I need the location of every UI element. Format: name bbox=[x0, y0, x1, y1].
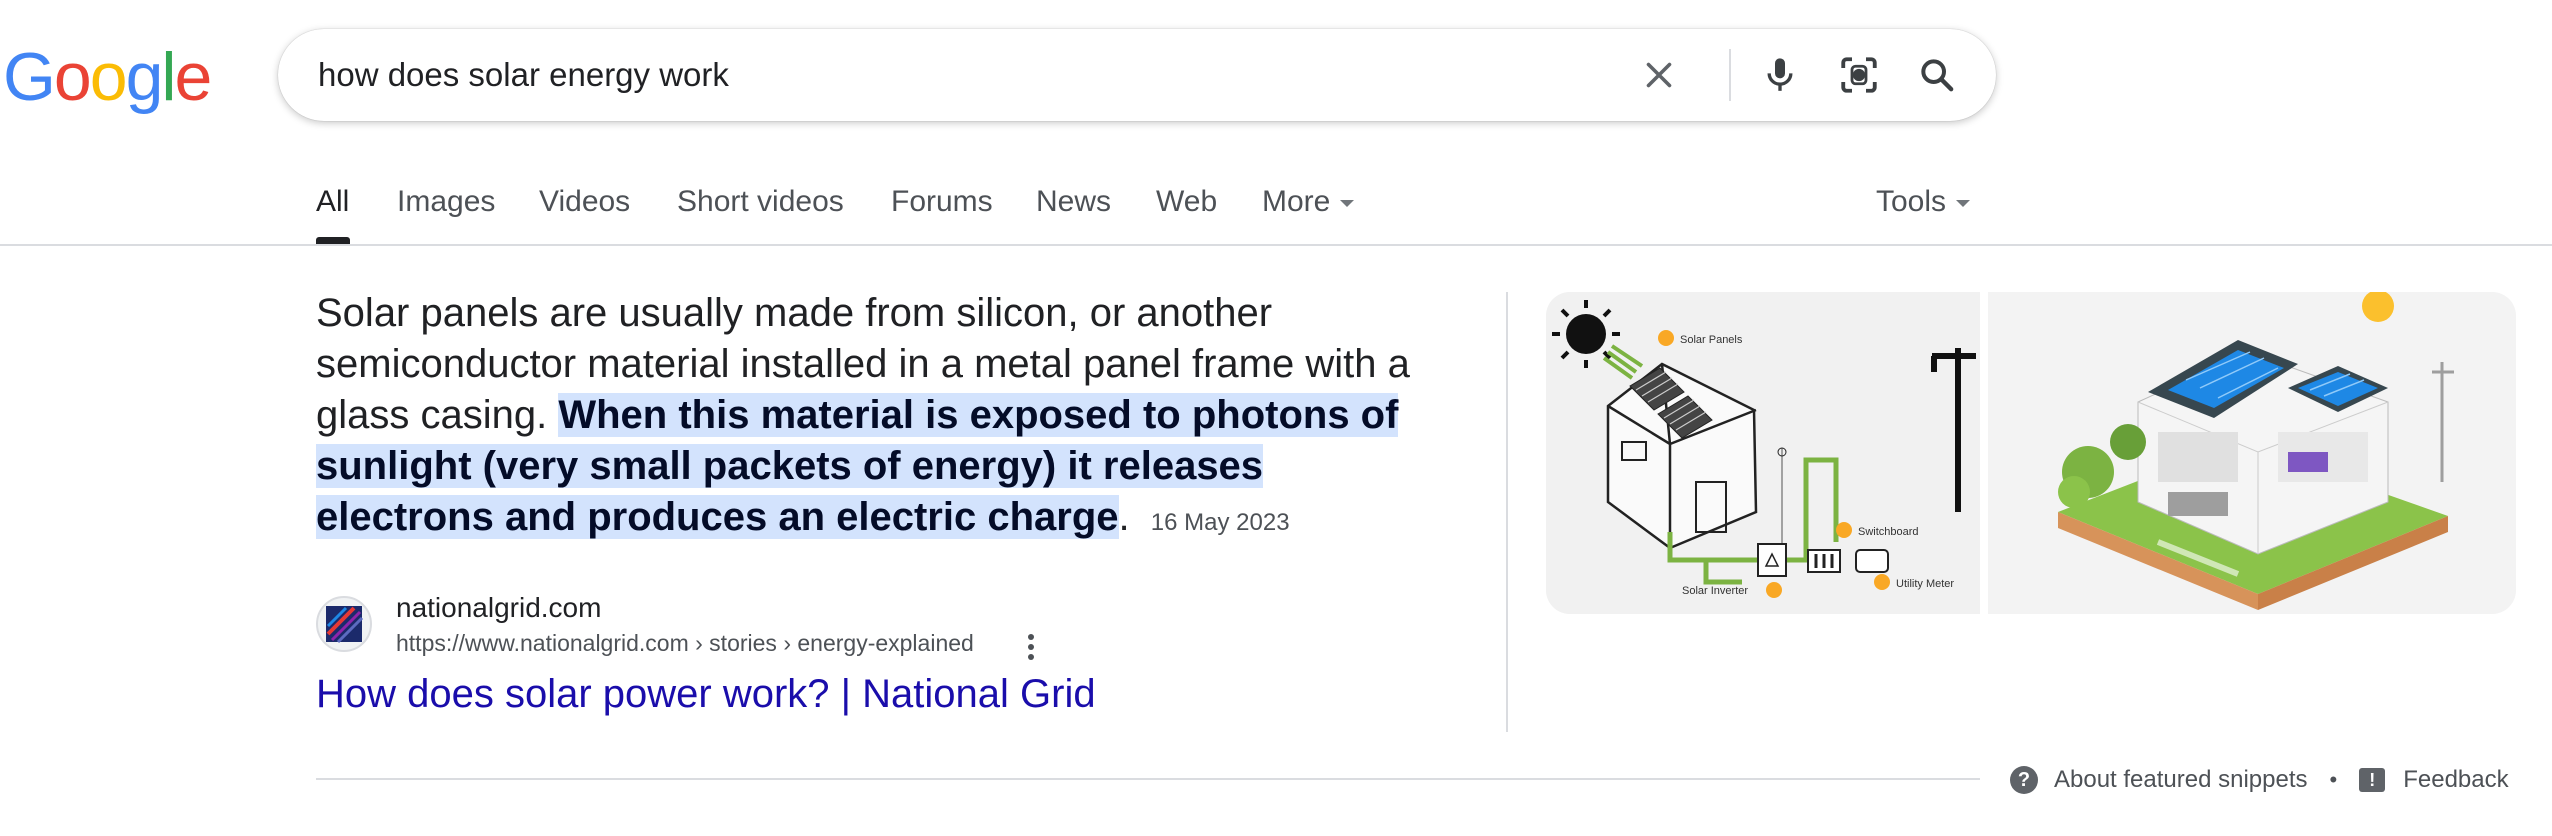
label-utility-meter: Utility Meter bbox=[1896, 578, 1954, 590]
logo-letter-o1: o bbox=[53, 39, 92, 115]
logo-letter-g: G bbox=[3, 39, 56, 115]
tools-label: Tools bbox=[1876, 185, 1947, 218]
tab-more-label: More bbox=[1262, 185, 1331, 218]
snippet-footer: ? About featured snippets • ! Feedback bbox=[2010, 762, 2509, 798]
tab-forums[interactable]: Forums bbox=[891, 174, 993, 230]
tab-images[interactable]: Images bbox=[397, 174, 495, 230]
about-featured-snippets-link[interactable]: About featured snippets bbox=[2054, 766, 2308, 794]
tab-short-videos[interactable]: Short videos bbox=[677, 174, 844, 230]
logo-letter-o2: o bbox=[89, 39, 128, 115]
google-logo[interactable]: G o o g l e bbox=[3, 39, 213, 115]
tab-all[interactable]: All bbox=[316, 174, 349, 230]
snippet-period: . bbox=[1118, 495, 1130, 539]
microphone-icon[interactable] bbox=[1756, 51, 1804, 99]
search-box[interactable]: how does solar energy work bbox=[278, 29, 1996, 121]
chevron-down-icon bbox=[1956, 199, 1971, 207]
logo-letter-g2: g bbox=[125, 39, 164, 115]
logo-letter-e: e bbox=[174, 39, 213, 115]
snippet-date: 16 May 2023 bbox=[1150, 509, 1290, 536]
tools-button[interactable]: Tools bbox=[1876, 174, 1971, 230]
tab-more[interactable]: More bbox=[1262, 174, 1355, 230]
camera-lens-icon[interactable] bbox=[1835, 51, 1883, 99]
tab-web[interactable]: Web bbox=[1156, 174, 1217, 230]
label-switchboard: Switchboard bbox=[1858, 526, 1919, 538]
header-divider bbox=[0, 244, 2552, 246]
site-favicon bbox=[316, 596, 372, 652]
search-input[interactable]: how does solar energy work bbox=[318, 29, 729, 121]
tab-news[interactable]: News bbox=[1036, 174, 1111, 230]
search-separator bbox=[1729, 49, 1731, 101]
chevron-down-icon bbox=[1340, 199, 1355, 207]
snippet-images: Solar Panels Switchboard Solar Inverter … bbox=[1546, 292, 2516, 614]
result-title-link[interactable]: How does solar power work? | National Gr… bbox=[316, 672, 1096, 717]
help-icon: ? bbox=[2010, 766, 2038, 794]
vertical-divider bbox=[1506, 292, 1508, 732]
label-solar-inverter: Solar Inverter bbox=[1682, 585, 1748, 597]
featured-snippet-text: Solar panels are usually made from silic… bbox=[316, 288, 1446, 548]
site-url: https://www.nationalgrid.com › stories ›… bbox=[396, 630, 974, 656]
solar-house-illustration-image[interactable] bbox=[1988, 292, 2516, 614]
search-icon[interactable] bbox=[1913, 51, 1961, 99]
close-icon[interactable] bbox=[1635, 51, 1683, 99]
tab-videos[interactable]: Videos bbox=[539, 174, 630, 230]
result-source[interactable]: nationalgrid.com https://www.nationalgri… bbox=[316, 592, 1116, 662]
more-options-icon[interactable] bbox=[1016, 630, 1046, 664]
site-name: nationalgrid.com bbox=[396, 592, 602, 623]
feedback-icon: ! bbox=[2359, 768, 2386, 792]
footer-separator: • bbox=[2329, 767, 2338, 792]
logo-letter-l: l bbox=[161, 39, 176, 115]
solar-system-diagram-image[interactable]: Solar Panels Switchboard Solar Inverter … bbox=[1546, 292, 1980, 614]
snippet-bottom-divider bbox=[316, 778, 1980, 780]
active-tab-indicator bbox=[316, 237, 350, 244]
feedback-link[interactable]: Feedback bbox=[2403, 766, 2508, 794]
label-solar-panels: Solar Panels bbox=[1680, 334, 1743, 346]
